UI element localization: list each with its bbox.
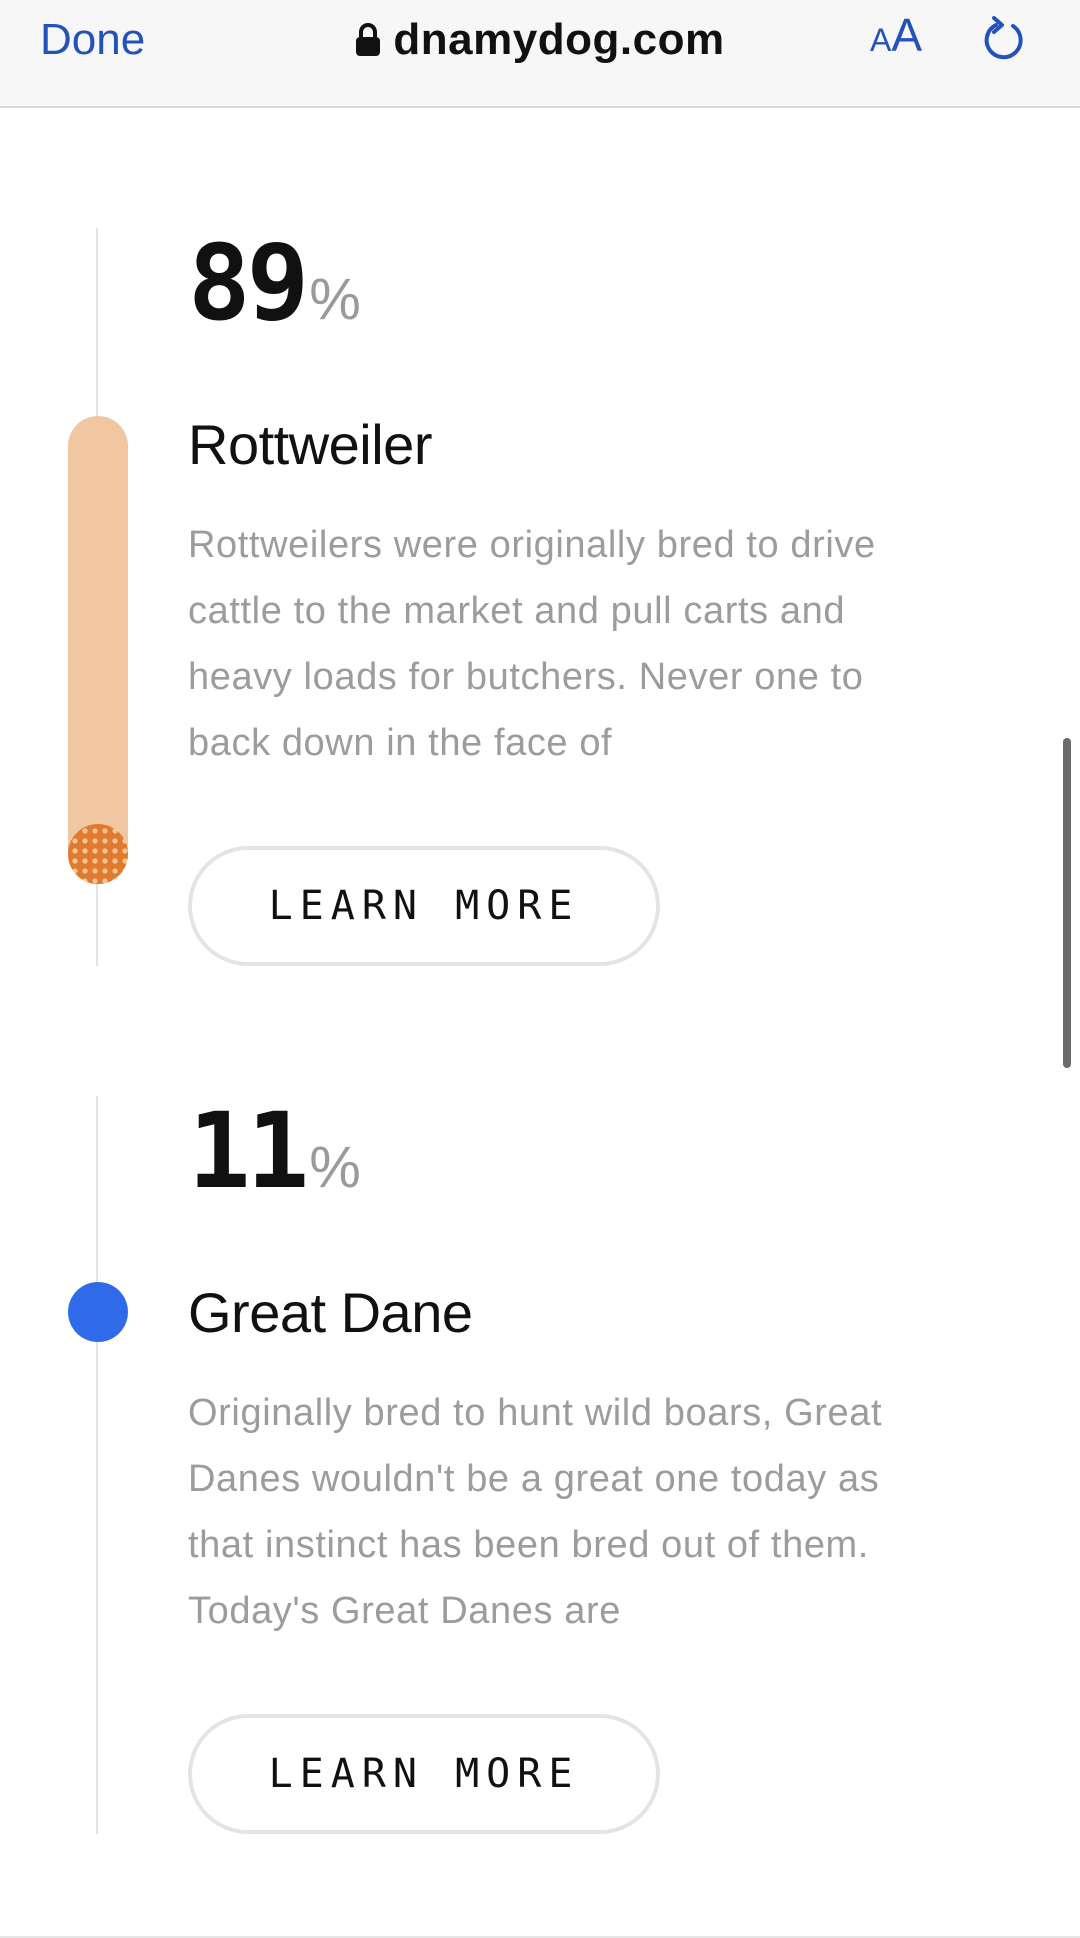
percentage-value: 11	[188, 1090, 309, 1212]
breed-dot-icon	[68, 1282, 128, 1342]
breed-percentage: 89 %	[188, 228, 361, 338]
scroll-indicator[interactable]	[1063, 738, 1071, 1068]
text-size-small-glyph: A	[870, 22, 892, 58]
breed-description: Originally bred to hunt wild boars, Grea…	[188, 1392, 883, 1632]
percentage-sign: %	[309, 1135, 361, 1200]
percentage-bar	[68, 416, 128, 884]
timeline-rail	[96, 1096, 98, 1834]
breed-dot-icon	[68, 824, 128, 884]
percentage-sign: %	[309, 267, 361, 332]
browser-top-bar: Done dnamydog.com A A	[0, 0, 1080, 108]
breed-section-rottweiler: 89 % Rottweiler Rottweilers were origina…	[0, 228, 1060, 966]
breed-section-great-dane: 11 % Great Dane Originally bred to hunt …	[0, 1096, 1060, 1834]
learn-more-button[interactable]: LEARN MORE	[188, 1714, 660, 1834]
address-field[interactable]: dnamydog.com	[355, 15, 724, 65]
reload-icon[interactable]	[980, 14, 1030, 64]
page: Done dnamydog.com A A 89 % Rottweiler Ro…	[0, 0, 1080, 1938]
text-size-button[interactable]: A A	[870, 8, 922, 68]
breed-description: Rottweilers were originally bred to driv…	[188, 524, 876, 764]
url-text: dnamydog.com	[393, 15, 725, 64]
learn-more-button[interactable]: LEARN MORE	[188, 846, 660, 966]
done-button[interactable]: Done	[40, 10, 145, 70]
breed-name: Great Dane	[188, 1281, 473, 1344]
text-size-large-glyph: A	[891, 9, 923, 61]
lock-icon	[356, 23, 381, 56]
breed-percentage: 11 %	[188, 1096, 361, 1206]
percentage-value: 89	[188, 222, 309, 344]
breed-name: Rottweiler	[188, 413, 432, 476]
